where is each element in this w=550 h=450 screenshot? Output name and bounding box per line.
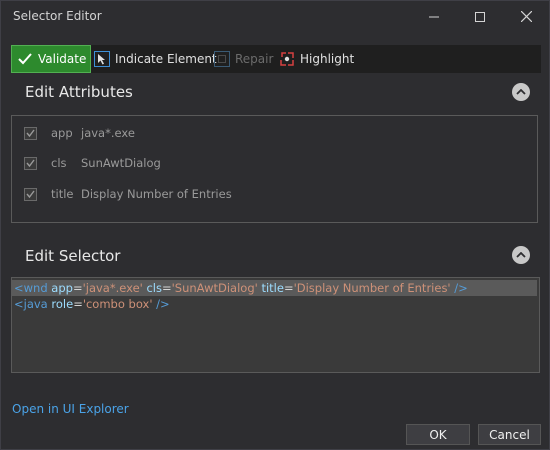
attribute-checkbox-app[interactable] (24, 126, 37, 140)
cancel-button[interactable]: Cancel (478, 424, 541, 445)
highlight-label: Highlight (300, 52, 355, 66)
maximize-icon (475, 11, 485, 22)
selector-editor-textbox[interactable]: <wnd app='java*.exe' cls='SunAwtDialog' … (11, 277, 540, 373)
attribute-row-app: app java*.exe (24, 124, 135, 142)
selector-tag-close: /> (454, 281, 468, 295)
highlight-icon (280, 52, 294, 66)
minimize-button[interactable] (411, 1, 457, 32)
checkmark-icon (26, 159, 35, 167)
repair-label: Repair (235, 52, 274, 66)
attribute-value: SunAwtDialog (81, 156, 161, 170)
checkmark-icon (18, 53, 32, 65)
attribute-name: cls (51, 156, 67, 170)
indicate-element-icon (94, 51, 110, 67)
selector-line-wnd[interactable]: <wnd app='java*.exe' cls='SunAwtDialog' … (12, 280, 537, 296)
repair-icon (214, 51, 230, 67)
minimize-icon (429, 16, 439, 17)
repair-button[interactable]: Repair (214, 45, 273, 73)
indicate-element-label: Indicate Element (115, 52, 217, 66)
selector-attr-name: app (51, 281, 73, 295)
attribute-checkbox-cls[interactable] (24, 156, 37, 170)
edit-selector-heading: Edit Selector (25, 247, 121, 265)
selector-attr-name: cls (146, 281, 162, 295)
collapse-selector-button[interactable] (512, 246, 530, 264)
selector-attr-name: title (261, 281, 284, 295)
indicate-element-button[interactable]: Indicate Element (94, 45, 217, 73)
selector-tag-close: /> (156, 297, 170, 311)
selector-attr-value: 'combo box' (82, 297, 153, 311)
attribute-name: app (51, 126, 73, 140)
validate-label: Validate (38, 52, 87, 66)
title-bar: Selector Editor (1, 1, 549, 32)
chevron-up-icon (516, 252, 526, 258)
highlight-button[interactable]: Highlight (279, 45, 354, 73)
collapse-attributes-button[interactable] (512, 83, 530, 101)
selector-tag: <wnd (14, 281, 48, 295)
attribute-checkbox-title[interactable] (24, 187, 37, 201)
window-title: Selector Editor (13, 9, 102, 23)
attribute-value: java*.exe (81, 126, 135, 140)
attribute-value: Display Number of Entries (81, 187, 232, 201)
open-in-ui-explorer-link[interactable]: Open in UI Explorer (12, 402, 129, 416)
checkmark-icon (26, 129, 35, 137)
edit-attributes-heading: Edit Attributes (25, 83, 133, 101)
selector-attr-value: 'Display Number of Entries' (293, 281, 451, 295)
maximize-button[interactable] (457, 1, 503, 32)
attribute-row-cls: cls SunAwtDialog (24, 154, 161, 172)
selector-tag: <java (14, 297, 48, 311)
attributes-panel: app java*.exe cls SunAwtDialog title Dis… (11, 115, 538, 223)
toolbar: Validate Indicate Element Repair Highlig… (11, 45, 541, 73)
close-icon (520, 11, 532, 22)
selector-attr-name: role (51, 297, 74, 311)
selector-attr-value: 'java*.exe' (82, 281, 143, 295)
selector-editor-window: Selector Editor Validate Indicate Elemen… (0, 0, 550, 450)
attribute-name: title (51, 187, 74, 201)
selector-line-java[interactable]: <java role='combo box' /> (14, 296, 170, 312)
selector-attr-value: 'SunAwtDialog' (171, 281, 258, 295)
validate-button[interactable]: Validate (11, 45, 91, 73)
close-button[interactable] (503, 1, 549, 32)
attribute-row-title: title Display Number of Entries (24, 185, 232, 203)
chevron-up-icon (516, 89, 526, 95)
checkmark-icon (26, 190, 35, 198)
ok-button[interactable]: OK (406, 424, 470, 445)
